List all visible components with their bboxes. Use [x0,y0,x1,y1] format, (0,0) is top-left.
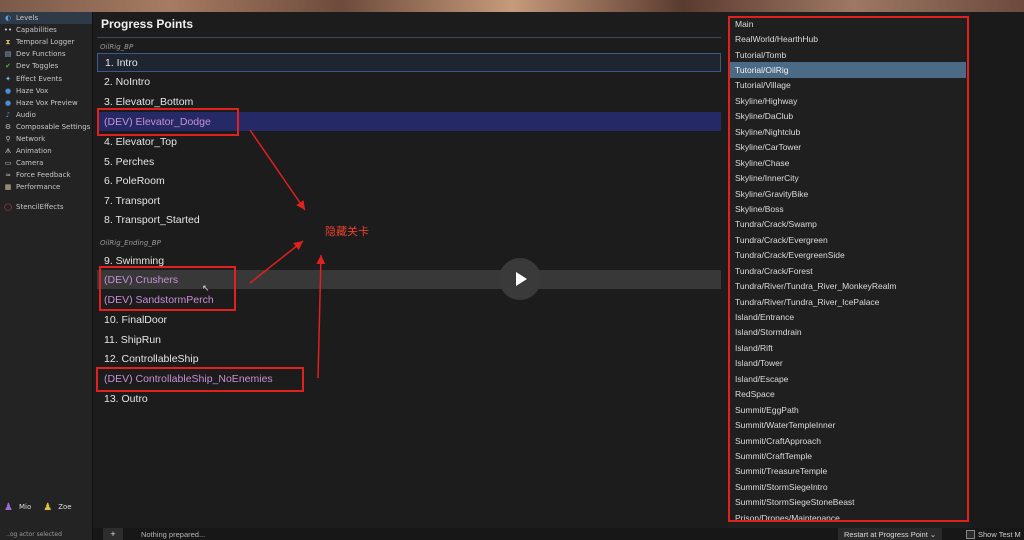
annotation-box-map-list [728,16,969,522]
bottom-bar: + Nothing prepared... Restart at Progres… [93,528,1024,540]
arrow-to-elevator-dodge [249,129,306,211]
restart-at-progress-point-button[interactable]: Restart at Progress Point ⌄ [838,528,943,540]
arrow-to-crushers [249,240,304,284]
show-test-label: Show Test M [978,529,1021,539]
checkbox[interactable] [966,529,975,539]
show-test-toggle[interactable]: Show Test M [966,528,1021,540]
add-button[interactable]: + [103,528,123,540]
right-empty-area [970,12,1024,528]
annotation-hidden-levels: 隐藏关卡 [325,225,369,238]
status-text: Nothing prepared... [141,529,206,539]
arrow-to-controllable-ship [316,254,326,379]
